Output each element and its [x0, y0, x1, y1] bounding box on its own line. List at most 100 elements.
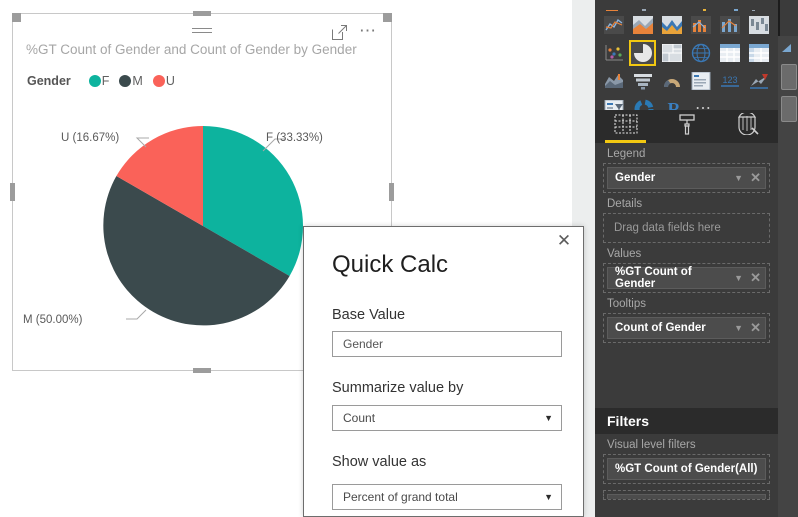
field-item-2[interactable] [781, 96, 797, 122]
quick-calc-dialog[interactable]: ✕ Quick Calc Base Value Gender Summarize… [303, 226, 584, 517]
legend-swatch-f [88, 75, 101, 87]
paint-roller-icon [677, 113, 697, 140]
dialog-title: Quick Calc [332, 251, 449, 278]
matrix-icon[interactable] [746, 40, 773, 66]
filter-chip-pct-gt-count-of-gender[interactable]: %GT Count of Gender(All) [603, 454, 770, 484]
remove-field-icon[interactable]: ✕ [750, 320, 761, 336]
remove-field-icon[interactable]: ✕ [750, 270, 761, 286]
field-chip-label: %GT Count of Gender [615, 266, 692, 290]
kpi-icon[interactable] [746, 68, 773, 94]
well-label-details: Details [607, 198, 643, 210]
legend-label-u: U [165, 74, 175, 88]
pie-label-u: U (16.67%) [61, 132, 120, 144]
well-details[interactable]: Drag data fields here [603, 213, 770, 243]
show-value-as-value: Percent of grand total [343, 490, 458, 504]
hamburger-icon[interactable] [192, 28, 212, 35]
waterfall-chart-icon[interactable] [717, 3, 744, 11]
line-and-clustered-column-chart-icon[interactable] [717, 12, 744, 38]
table-icon[interactable] [717, 40, 744, 66]
legend-item-u[interactable]: U [152, 74, 175, 88]
card-icon[interactable]: 123 [717, 68, 744, 94]
selection-corner-top-left[interactable] [12, 13, 21, 22]
pie-chart-icon[interactable] [629, 40, 657, 66]
resize-handle-bottom[interactable] [193, 368, 211, 373]
chevron-down-icon[interactable]: ▼ [734, 273, 743, 283]
more-options-icon[interactable]: ⋯ [359, 22, 379, 40]
drop-hint-details: Drag data fields here [614, 222, 721, 234]
well-label-tooltips: Tooltips [607, 298, 646, 310]
well-label-legend: Legend [607, 148, 646, 160]
pie-slice-f [203, 126, 303, 276]
filter-chip-next[interactable] [603, 490, 770, 500]
pane-tabstrip[interactable] [595, 110, 778, 143]
svg-text:123: 123 [723, 75, 738, 85]
field-chip-gender[interactable]: Gender ▼ ✕ [607, 167, 766, 189]
field-chip-label: Count of Gender [615, 322, 706, 334]
fields-icon [614, 114, 638, 139]
well-values[interactable]: %GT Count of Gender ▼ ✕ [603, 263, 770, 293]
visualizations-pane: 123 R ⋯ Legend Gender ▼ ✕ Details Drag d… [595, 0, 778, 517]
remove-field-icon[interactable]: ✕ [750, 170, 761, 186]
base-value-label: Base Value [332, 307, 406, 323]
waterfall-chart-icon-2[interactable] [746, 12, 773, 38]
base-value-field[interactable]: Gender [332, 331, 562, 357]
legend-item-f[interactable]: F [88, 74, 110, 88]
filled-map-icon[interactable] [600, 68, 627, 94]
stacked-area-chart-icon-2[interactable] [658, 12, 685, 38]
treemap-icon[interactable] [658, 40, 685, 66]
stacked-area-chart-icon[interactable] [658, 3, 685, 11]
legend-title: Gender [27, 74, 71, 88]
map-icon[interactable] [688, 40, 715, 66]
clustered-column-chart-icon[interactable] [629, 3, 656, 11]
ribbon-chart-icon[interactable] [688, 3, 715, 11]
multi-row-card-icon[interactable] [688, 68, 715, 94]
selection-corner-top-right[interactable] [383, 13, 392, 22]
chevron-down-icon[interactable]: ▼ [734, 173, 743, 183]
analytics-tab[interactable] [717, 110, 778, 143]
close-icon[interactable]: ✕ [555, 232, 573, 250]
stacked-bar-chart-icon[interactable] [600, 3, 627, 11]
format-tab[interactable] [656, 110, 717, 143]
field-wells: Legend Gender ▼ ✕ Details Drag data fiel… [595, 143, 778, 343]
fields-list-pane[interactable] [778, 0, 798, 517]
focus-mode-icon[interactable] [332, 25, 347, 40]
show-value-as-select[interactable]: Percent of grand total ▼ [332, 484, 562, 510]
legend-label-f: F [101, 74, 110, 88]
chevron-down-icon[interactable]: ▼ [734, 323, 743, 333]
chart-thumb-icon [782, 44, 791, 52]
filter-chip-label: %GT Count of Gender(All) [607, 458, 766, 480]
filter-chip-label-partial [607, 494, 766, 499]
chevron-down-icon[interactable]: ▼ [544, 485, 553, 509]
field-chip-count-of-gender[interactable]: Count of Gender ▼ ✕ [607, 317, 766, 339]
summarize-value-by-label: Summarize value by [332, 380, 464, 396]
gauge-chart-icon[interactable] [658, 68, 685, 94]
chevron-down-icon[interactable]: ▼ [544, 406, 553, 430]
summarize-value-by-select[interactable]: Count ▼ [332, 405, 562, 431]
well-tooltips[interactable]: Count of Gender ▼ ✕ [603, 313, 770, 343]
pie-label-m: M (50.00%) [23, 314, 83, 326]
line-chart-icon[interactable] [600, 12, 627, 38]
show-value-as-label: Show value as [332, 454, 427, 470]
resize-handle-right[interactable] [389, 183, 394, 201]
field-chip-pct-gt-count-of-gender[interactable]: %GT Count of Gender ▼ ✕ [607, 266, 766, 290]
well-legend[interactable]: Gender ▼ ✕ [603, 163, 770, 193]
visual-title: %GT Count of Gender and Count of Gender … [26, 42, 357, 57]
scatter-chart-icon[interactable] [600, 40, 627, 66]
legend-swatch-u [152, 75, 165, 87]
legend-item-m[interactable]: M [119, 74, 143, 88]
legend: Gender F M U [27, 74, 185, 88]
well-label-values: Values [607, 248, 642, 260]
legend-label-m: M [132, 74, 143, 88]
funnel-partial-icon[interactable] [746, 3, 773, 11]
area-chart-icon[interactable] [629, 12, 656, 38]
fields-tab[interactable] [595, 110, 656, 143]
resize-handle-top[interactable] [193, 11, 211, 16]
field-item-1[interactable] [781, 64, 797, 90]
funnel-chart-icon[interactable] [629, 68, 656, 94]
visualization-gallery[interactable]: 123 R ⋯ [595, 0, 778, 119]
line-and-stacked-column-chart-icon[interactable] [688, 12, 715, 38]
pie-slice-u [116, 126, 203, 226]
summarize-value-by-value: Count [343, 411, 376, 425]
field-chip-label: Gender [615, 172, 656, 184]
resize-handle-left[interactable] [10, 183, 15, 201]
